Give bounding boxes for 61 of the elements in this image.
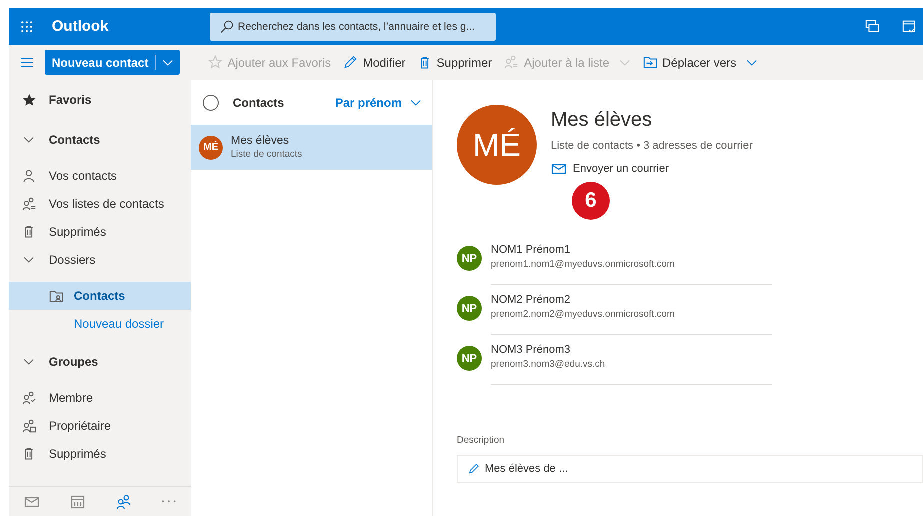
avatar: NP — [457, 246, 482, 271]
nav-item[interactable]: Vos contacts — [9, 162, 191, 190]
nav-item[interactable]: Vos listes de contacts — [9, 190, 191, 218]
trash-icon — [22, 225, 36, 239]
avatar: MÉ — [457, 105, 537, 185]
trash-icon — [22, 447, 36, 461]
search-icon — [220, 20, 234, 34]
new-contact-button[interactable]: Nouveau contact — [45, 50, 180, 75]
nav-item[interactable]: Propriétaire — [9, 412, 191, 440]
pencil-icon — [343, 55, 358, 70]
chat-icon — [865, 19, 880, 34]
folder-icon — [49, 288, 64, 304]
new-folder-link[interactable]: Nouveau dossier — [9, 310, 191, 338]
avatar: NP — [457, 346, 482, 371]
section-header[interactable]: Groupes — [9, 342, 191, 382]
people-icon — [116, 494, 132, 510]
member-email: prenom2.nom2@myeduvs.onmicrosoft.com — [491, 309, 676, 320]
star-icon — [22, 94, 36, 106]
contact-name: Mes élèves — [551, 109, 654, 132]
people-icon — [22, 418, 36, 434]
step-badge: 6 — [572, 182, 610, 220]
people-icon — [22, 390, 36, 406]
contact-summary: Liste de contacts • 3 adresses de courrier — [551, 140, 753, 152]
nav-item[interactable]: Contacts — [9, 282, 191, 310]
member-email: prenom1.nom1@myeduvs.onmicrosoft.com — [491, 259, 676, 270]
nav-item[interactable]: Supprimés — [9, 440, 191, 468]
section-header[interactable]: Favoris — [9, 80, 191, 120]
calendar-check-icon — [902, 19, 917, 34]
contact-list-item[interactable]: MÉ Mes élèves Liste de contacts — [191, 125, 432, 170]
toolbar-button[interactable]: Supprimer — [414, 56, 500, 70]
select-all-checkbox[interactable] — [203, 94, 219, 110]
app-title: Outlook — [52, 18, 110, 35]
contact-name: Mes élèves — [231, 135, 290, 147]
description-label: Description — [457, 435, 506, 446]
section-header[interactable]: Contacts — [9, 120, 191, 160]
app-launcher-icon — [20, 20, 34, 34]
contact-subtitle: Liste de contacts — [231, 149, 302, 160]
person-icon — [22, 169, 36, 183]
star-icon — [208, 55, 223, 70]
list-title: Contacts — [233, 96, 284, 110]
pencil-icon — [468, 463, 480, 475]
member-name: NOM3 Prénom3 — [491, 344, 572, 356]
avatar: NP — [457, 296, 482, 321]
nav-item[interactable]: Dossiers — [9, 246, 191, 274]
description-field[interactable]: Mes élèves de ... — [457, 455, 923, 483]
nav-item[interactable]: Supprimés — [9, 218, 191, 246]
nav-item[interactable]: Membre — [9, 384, 191, 412]
more-icon — [162, 500, 176, 503]
send-mail-link[interactable]: Envoyer un courrier — [551, 161, 669, 177]
search-field[interactable]: Recherchez dans les contacts, l’annuaire et les g... — [210, 12, 496, 40]
toolbar-button[interactable]: Modifier — [339, 55, 414, 70]
people-list-icon — [22, 196, 36, 212]
member-name: NOM1 Prénom1 — [491, 244, 572, 256]
member-email: prenom3.nom3@edu.vs.ch — [491, 359, 606, 370]
calendar-icon — [70, 494, 86, 510]
member-name: NOM2 Prénom2 — [491, 294, 572, 306]
folder-move-icon — [642, 55, 658, 70]
toolbar-button[interactable]: Déplacer vers — [638, 55, 766, 70]
sort-dropdown[interactable]: Par prénom — [335, 96, 422, 110]
people-list-icon — [504, 55, 520, 70]
avatar: MÉ — [199, 136, 223, 160]
